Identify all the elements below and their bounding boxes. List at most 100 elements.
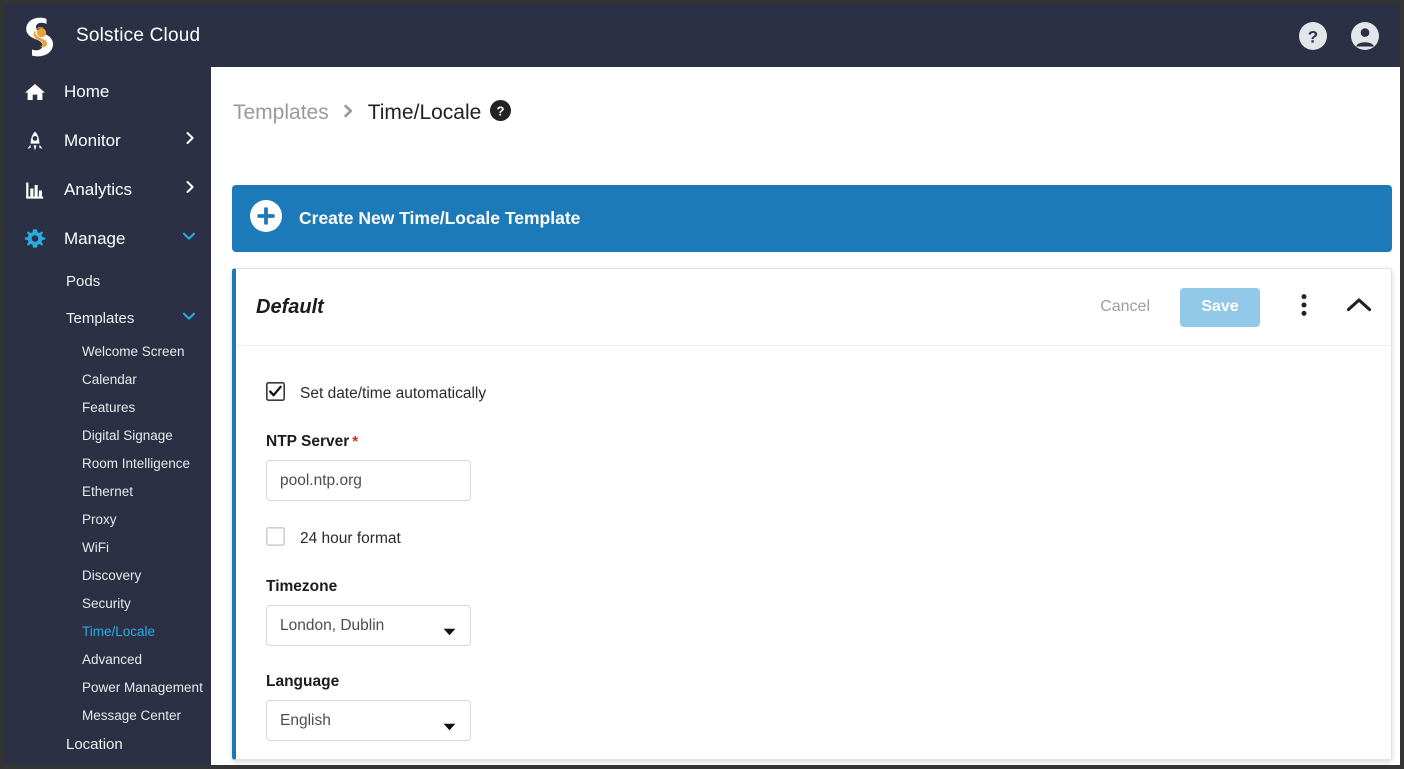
sidebar-label-manage: Manage	[64, 228, 126, 248]
brand-title: Solstice Cloud	[76, 24, 201, 46]
sidebar-label-discovery: Discovery	[82, 567, 142, 583]
create-template-label: Create New Time/Locale Template	[299, 208, 581, 228]
sidebar-item-ethernet[interactable]: Ethernet	[4, 477, 211, 505]
svg-text:?: ?	[497, 103, 505, 118]
sidebar-label-ethernet: Ethernet	[82, 483, 134, 499]
home-icon	[24, 81, 46, 103]
chevron-down-icon[interactable]	[181, 228, 197, 249]
auto-datetime-checkbox[interactable]	[266, 382, 285, 406]
sidebar-label-templates: Templates	[66, 310, 135, 327]
auto-datetime-label: Set date/time automatically	[300, 385, 487, 402]
sidebar-item-security[interactable]: Security	[4, 589, 211, 617]
hour-format-row: 24 hour format	[266, 527, 1391, 551]
chevron-up-icon[interactable]	[1345, 296, 1373, 319]
language-value: English	[280, 712, 331, 729]
create-template-banner[interactable]: Create New Time/Locale Template	[232, 185, 1392, 252]
timezone-field-group: Timezone London, Dublin	[266, 578, 1391, 646]
breadcrumb: Templates Time/Locale ?	[211, 67, 1400, 124]
hour-format-checkbox[interactable]	[266, 527, 285, 551]
sidebar-item-monitor[interactable]: Monitor	[4, 116, 211, 165]
chevron-down-icon	[443, 623, 456, 641]
sidebar-item-welcome-screen[interactable]: Welcome Screen	[4, 337, 211, 365]
cancel-button[interactable]: Cancel	[1094, 290, 1156, 324]
header-actions: ?	[1298, 21, 1400, 51]
sidebar-label-wifi: WiFi	[82, 539, 109, 555]
brand-block[interactable]: Solstice Cloud	[4, 15, 200, 57]
chevron-right-icon	[342, 103, 355, 124]
hour-format-label: 24 hour format	[300, 530, 401, 547]
language-field-group: Language English	[266, 673, 1391, 741]
card-body: Set date/time automatically NTP Server*	[236, 346, 1391, 741]
language-select[interactable]: English	[266, 700, 471, 741]
breadcrumb-parent[interactable]: Templates	[233, 101, 329, 125]
sidebar-item-analytics[interactable]: Analytics	[4, 165, 211, 214]
card-header: Default Cancel Save	[236, 269, 1391, 346]
sidebar-item-wifi[interactable]: WiFi	[4, 533, 211, 561]
sidebar-label-message-center: Message Center	[82, 707, 182, 723]
gear-icon	[24, 228, 46, 250]
sidebar-label-digital-signage: Digital Signage	[82, 427, 173, 443]
sidebar-label-location: Location	[66, 735, 123, 753]
ntp-server-label: NTP Server *	[266, 433, 1391, 451]
sidebar-label-advanced: Advanced	[82, 651, 143, 667]
sidebar-label-welcome-screen: Welcome Screen	[82, 343, 185, 359]
solstice-s-logo-icon	[20, 15, 58, 57]
sidebar-item-discovery[interactable]: Discovery	[4, 561, 211, 589]
sidebar-item-power-management[interactable]: Power Management	[4, 673, 211, 701]
sidebar-item-proxy[interactable]: Proxy	[4, 505, 211, 533]
ntp-server-field-group: NTP Server *	[266, 433, 1391, 527]
sidebar-item-time-locale[interactable]: Time/Locale	[4, 617, 211, 645]
sidebar-item-location[interactable]: Location	[4, 729, 211, 759]
sidebar-label-calendar: Calendar	[82, 371, 137, 387]
chevron-right-icon[interactable]	[183, 180, 197, 199]
sidebar-item-pods[interactable]: Pods	[4, 263, 211, 300]
sidebar-label-analytics: Analytics	[64, 179, 133, 199]
sidebar-item-room-intelligence[interactable]: Room Intelligence	[4, 449, 211, 477]
main-content: Templates Time/Locale ? Create New Time/…	[211, 67, 1400, 765]
required-marker: *	[352, 433, 359, 450]
ntp-server-input[interactable]	[266, 460, 471, 501]
chevron-right-icon[interactable]	[183, 131, 197, 150]
sidebar-label-features: Features	[82, 399, 136, 415]
template-card-default: Default Cancel Save Set date/time automa…	[232, 268, 1392, 760]
account-circle-icon[interactable]	[1350, 21, 1380, 51]
app-window: Solstice Cloud ? Home Monitor Analytics …	[0, 0, 1404, 769]
breadcrumb-current: Time/Locale	[367, 101, 482, 124]
chevron-down-icon[interactable]	[181, 308, 197, 329]
card-title: Default	[256, 295, 324, 318]
sidebar-item-manage[interactable]: Manage	[4, 214, 211, 263]
ntp-server-label-text: NTP Server	[266, 433, 350, 450]
bar-chart-icon	[24, 179, 46, 201]
sidebar-label-pods: Pods	[66, 273, 101, 290]
help-circle-icon[interactable]: ?	[1298, 21, 1328, 51]
sidebar-nav: Home Monitor Analytics Manage Pods Templ…	[4, 67, 211, 765]
language-label: Language	[266, 673, 340, 690]
sidebar-item-message-center[interactable]: Message Center	[4, 701, 211, 729]
sidebar-item-digital-signage[interactable]: Digital Signage	[4, 421, 211, 449]
sidebar-item-advanced[interactable]: Advanced	[4, 645, 211, 673]
sidebar-label-home: Home	[64, 81, 110, 101]
rocket-icon	[24, 130, 46, 152]
timezone-value: London, Dublin	[280, 617, 385, 634]
sidebar-label-proxy: Proxy	[82, 511, 117, 527]
save-button[interactable]: Save	[1180, 287, 1260, 327]
sidebar-item-templates[interactable]: Templates	[4, 300, 211, 337]
timezone-label: Timezone	[266, 578, 338, 595]
timezone-select[interactable]: London, Dublin	[266, 605, 471, 646]
auto-datetime-row: Set date/time automatically	[266, 382, 1391, 406]
svg-text:?: ?	[1308, 27, 1318, 46]
chevron-down-icon	[443, 718, 456, 736]
help-circle-icon[interactable]: ?	[490, 100, 512, 126]
sidebar-item-home[interactable]: Home	[4, 67, 211, 116]
sidebar-label-time-locale: Time/Locale	[82, 623, 156, 639]
top-header-bar: Solstice Cloud ?	[4, 4, 1400, 67]
sidebar-label-power-management: Power Management	[82, 679, 203, 695]
sidebar-item-features[interactable]: Features	[4, 393, 211, 421]
sidebar-label-monitor: Monitor	[64, 130, 121, 150]
kebab-menu-icon[interactable]	[1301, 293, 1307, 322]
plus-circle-icon	[250, 200, 282, 237]
card-actions: Cancel Save	[1094, 287, 1373, 327]
sidebar-label-security: Security	[82, 595, 131, 611]
sidebar-label-room-intelligence: Room Intelligence	[82, 455, 191, 471]
sidebar-item-calendar[interactable]: Calendar	[4, 365, 211, 393]
